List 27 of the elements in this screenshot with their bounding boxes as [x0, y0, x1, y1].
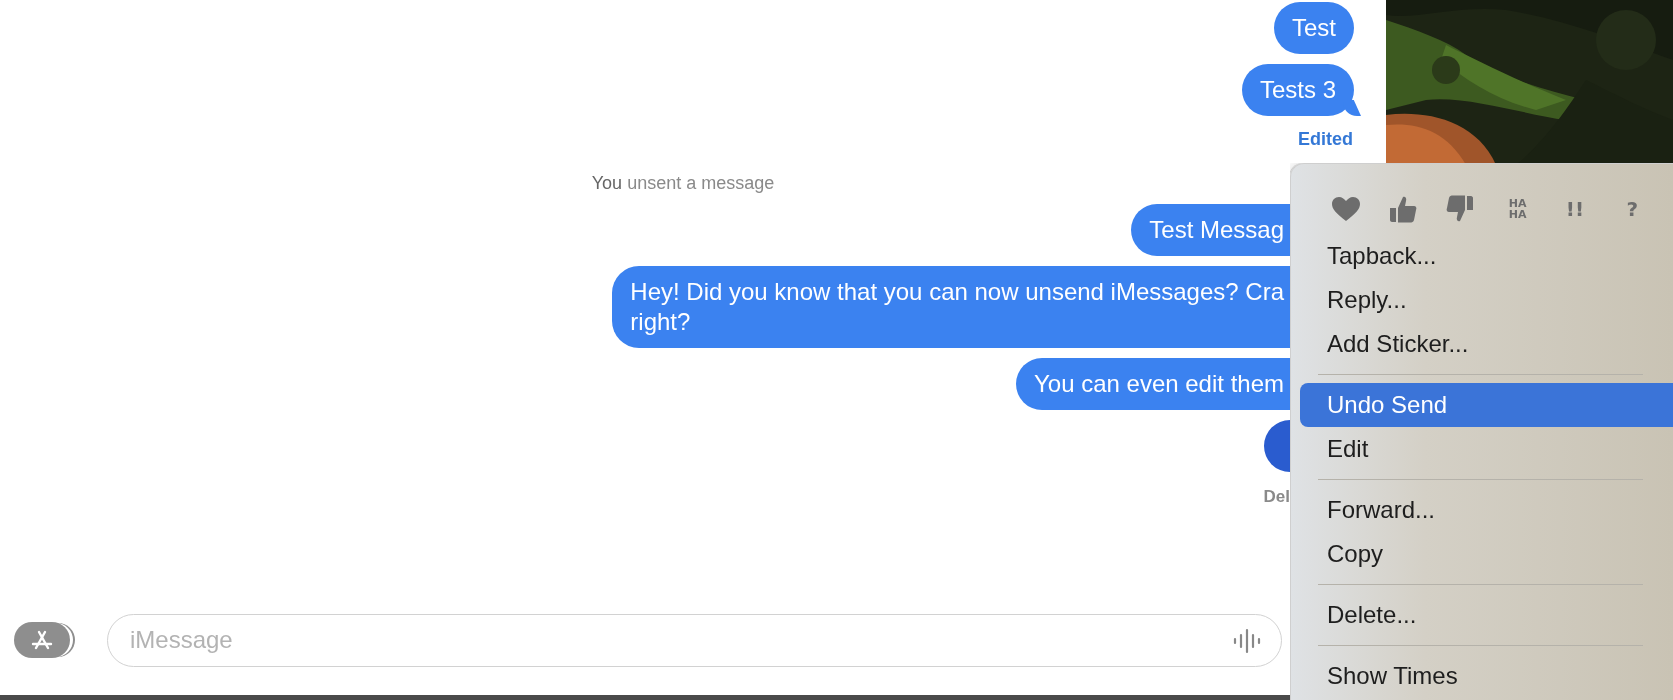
- message-bubble[interactable]: Hey! Did you know that you can now unsend iMessages? Cra right?: [612, 266, 1290, 348]
- unsent-notice: You unsent a message: [591, 172, 775, 194]
- menu-item[interactable]: Tapback...: [1300, 234, 1673, 278]
- thumbs-up-icon[interactable]: [1388, 194, 1418, 224]
- thumbs-down-icon[interactable]: [1445, 194, 1476, 224]
- delivery-status: Del: [1263, 486, 1290, 507]
- waveform-icon[interactable]: [1232, 627, 1262, 654]
- menu-item[interactable]: Reply...: [1300, 278, 1673, 322]
- message-bubble[interactable]: [1264, 420, 1290, 472]
- heart-icon[interactable]: [1330, 196, 1361, 222]
- menu-item[interactable]: Delete...: [1300, 593, 1673, 637]
- message-bubble[interactable]: Test: [1274, 2, 1354, 54]
- tapback-reaction[interactable]: !!: [1565, 198, 1585, 220]
- menu-item[interactable]: Add Sticker...: [1300, 322, 1673, 366]
- menu-item[interactable]: Undo Send: [1300, 383, 1673, 427]
- edited-label: Edited: [1298, 128, 1353, 150]
- message-bubble[interactable]: Tests 3: [1241, 64, 1354, 116]
- message-bubble[interactable]: You can even edit them: [1016, 358, 1290, 410]
- tapback-reaction[interactable]: HA HA: [1503, 198, 1532, 220]
- menu-item[interactable]: Copy: [1300, 532, 1673, 576]
- menu-item[interactable]: Forward...: [1300, 488, 1673, 532]
- menu-item[interactable]: Edit: [1300, 427, 1673, 471]
- app-store-icon: [31, 630, 53, 650]
- menu-item[interactable]: Show Times: [1300, 654, 1673, 698]
- message-input-field[interactable]: iMessage: [107, 613, 1282, 667]
- message-bubble[interactable]: Test Messag: [1131, 204, 1290, 256]
- tapback-reaction[interactable]: ?: [1626, 198, 1639, 220]
